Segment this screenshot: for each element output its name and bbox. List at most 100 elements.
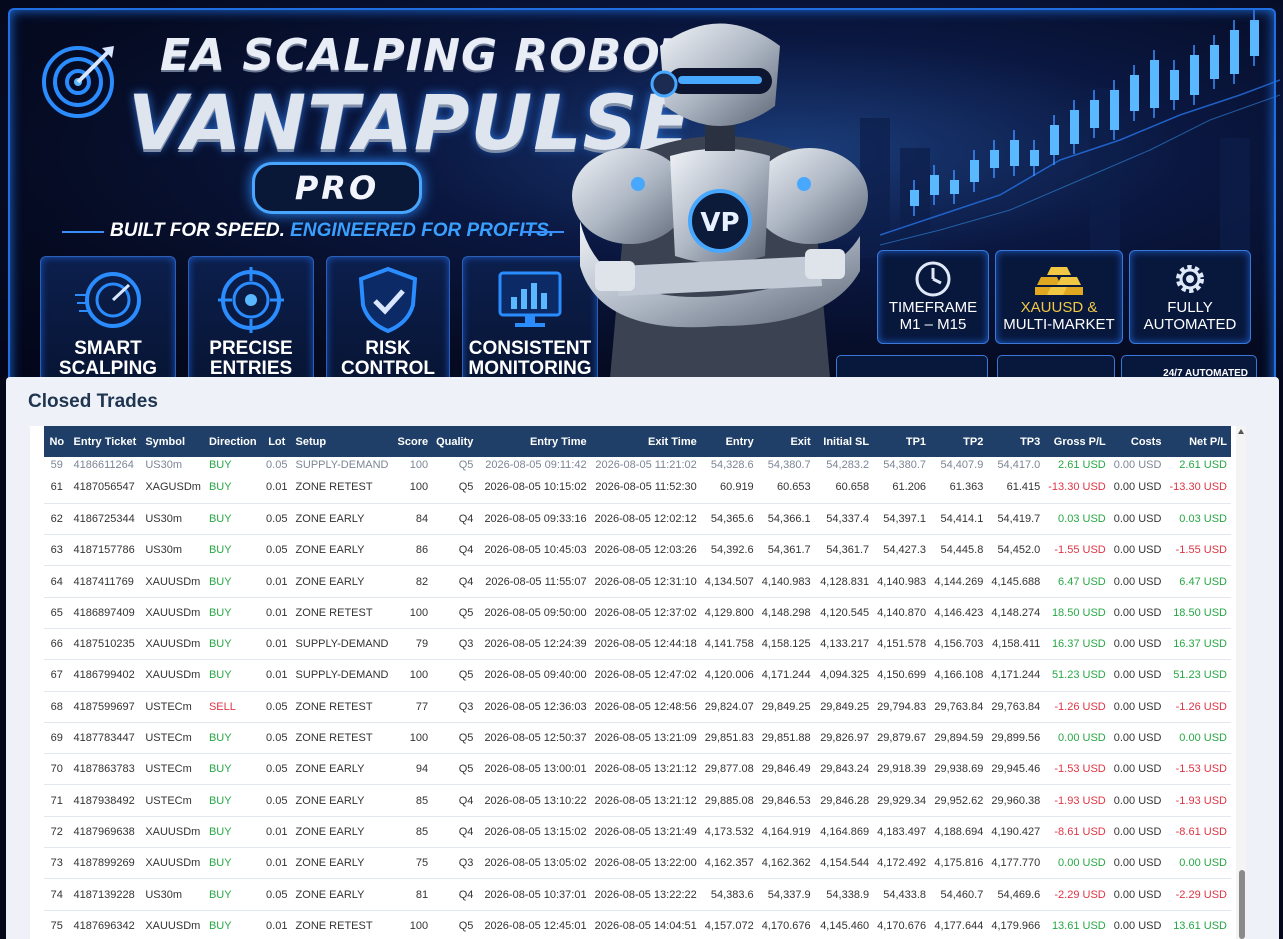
cell-exit: 29,851.88: [761, 732, 811, 745]
cell-entry-time: 2026-08-05 12:50:37: [484, 732, 587, 745]
cell-entry: 4,162.357: [704, 857, 754, 870]
feature-precise-entries: PRECISE ENTRIES: [188, 256, 314, 378]
cell-entry-time: 2026-08-05 12:45:01: [484, 919, 587, 932]
column-header-entry-time[interactable]: Entry Time: [477, 426, 590, 457]
cell-setup: SUPPLY-DEMAND: [295, 458, 389, 471]
table-row[interactable]: 62 4186725344 US30m BUY 0.05 ZONE EARLY 84 Q4 20…: [44, 503, 1231, 535]
column-header-tp2[interactable]: TP2: [930, 426, 987, 457]
cell-direction: BUY: [208, 669, 232, 682]
cell-symbol: USTECm: [145, 763, 192, 776]
scroll-up-arrow-icon[interactable]: [1238, 429, 1244, 434]
cell-exit-time: 2026-08-05 12:03:26: [594, 544, 697, 557]
cell-costs: 0.00 USD: [1113, 544, 1162, 557]
cell-gross-pl: 18.50 USD: [1051, 606, 1106, 619]
column-header-direction[interactable]: Direction: [205, 426, 262, 457]
cell-symbol: XAUUSDm: [145, 857, 201, 870]
cell-initial-sl: 4,154.544: [820, 857, 870, 870]
cell-entry-time: 2026-08-05 12:36:03: [484, 700, 587, 713]
cell-quality: Q4: [458, 888, 474, 901]
cell-lot: 0.05: [266, 544, 288, 557]
cell-setup: ZONE RETEST: [295, 919, 373, 932]
column-header-lot[interactable]: Lot: [262, 426, 292, 457]
scrollbar-thumb[interactable]: [1239, 870, 1245, 939]
column-header-gross-pl[interactable]: Gross P/L: [1044, 426, 1109, 457]
cell-entry-time: 2026-08-05 10:37:01: [484, 888, 587, 901]
column-header-exit[interactable]: Exit: [758, 426, 815, 457]
table-row[interactable]: 64 4187411769 XAUUSDm BUY 0.01 ZONE EARLY 82 Q4…: [44, 566, 1231, 598]
shield-check-icon: [358, 266, 418, 334]
cell-score: 100: [409, 732, 429, 745]
cell-direction: BUY: [208, 763, 232, 776]
cell-symbol: US30m: [145, 544, 182, 557]
column-header-net-pl[interactable]: Net P/L: [1165, 426, 1231, 457]
cell-setup: ZONE EARLY: [295, 794, 365, 807]
partial-row: 59 4186611264 US30m BUY 0.05 SUPPLY-DEMAND 100…: [44, 457, 1231, 472]
column-header-quality[interactable]: Quality: [432, 426, 477, 457]
cell-entry: 29,824.07: [704, 700, 754, 713]
trades-table-container[interactable]: 59 4186611264 US30m BUY 0.05 SUPPLY-DEMAND 100…: [30, 426, 1246, 939]
column-header-entry[interactable]: Entry: [701, 426, 758, 457]
column-header-no[interactable]: No: [44, 426, 70, 457]
cell-symbol: US30m: [145, 888, 182, 901]
cell-initial-sl: 4,145.460: [820, 919, 870, 932]
column-header-symbol[interactable]: Symbol: [141, 426, 205, 457]
cell-tp2: 29,763.84: [934, 700, 984, 713]
table-row[interactable]: 72 4187969638 XAUUSDm BUY 0.01 ZONE EARLY 85 Q4…: [44, 816, 1231, 848]
cell-no: 68: [50, 700, 63, 713]
cell-score: 94: [415, 763, 429, 776]
cell-initial-sl: 4,133.217: [820, 638, 870, 651]
cell-setup: ZONE EARLY: [295, 512, 365, 525]
cell-direction: BUY: [208, 732, 232, 745]
cell-quality: Q5: [458, 919, 474, 932]
cell-exit-time: 2026-08-05 12:02:12: [594, 512, 697, 525]
table-row[interactable]: 67 4186799402 XAUUSDm BUY 0.01 SUPPLY-DEMAND 1…: [44, 660, 1231, 692]
cell-costs: 0.00 USD: [1113, 857, 1162, 870]
column-header-exit-time[interactable]: Exit Time: [591, 426, 701, 457]
cell-tp2: 54,445.8: [940, 544, 984, 557]
cell-exit-time: 2026-08-05 14:04:51: [594, 919, 697, 932]
column-header-tp3[interactable]: TP3: [987, 426, 1044, 457]
cell-tp3: 4,148.274: [991, 606, 1041, 619]
table-row[interactable]: 66 4187510235 XAUUSDm BUY 0.01 SUPPLY-DEMAND 7…: [44, 628, 1231, 660]
cell-entry-ticket: 4187139228: [73, 888, 135, 901]
cell-tp1: 54,397.1: [883, 512, 927, 525]
column-header-initial-sl[interactable]: Initial SL: [815, 426, 874, 457]
cell-lot: 0.05: [266, 794, 288, 807]
cell-exit: 4,140.983: [761, 575, 811, 588]
monitor-chart-icon: [498, 271, 562, 327]
table-row[interactable]: 73 4187899269 XAUUSDm BUY 0.01 ZONE EARLY 75 Q3…: [44, 848, 1231, 879]
cell-entry: 4,173.532: [704, 825, 754, 838]
table-row[interactable]: 68 4187599697 USTECm SELL 0.05 ZONE RETEST 77 Q…: [44, 691, 1231, 723]
cell-tp1: 54,433.8: [883, 888, 927, 901]
cell-setup: ZONE EARLY: [295, 857, 365, 870]
vertical-scrollbar[interactable]: [1236, 426, 1246, 939]
cell-quality: Q5: [458, 732, 474, 745]
cell-symbol: XAGUSDm: [145, 481, 201, 494]
cell-costs: 0.00 USD: [1113, 458, 1162, 471]
column-header-costs[interactable]: Costs: [1110, 426, 1166, 457]
table-row[interactable]: 75 4187696342 XAUUSDm BUY 0.01 ZONE RETEST 100…: [44, 910, 1231, 939]
cell-tp3: 29,960.38: [991, 794, 1041, 807]
table-row[interactable]: 63 4187157786 US30m BUY 0.05 ZONE EARLY 86 Q4 20…: [44, 535, 1231, 566]
cell-exit-time: 2026-08-05 12:48:56: [594, 700, 697, 713]
table-row[interactable]: 70 4187863783 USTECm BUY 0.05 ZONE EARLY 94 Q5 2…: [44, 754, 1231, 785]
cell-tp3: 29,945.46: [991, 763, 1041, 776]
column-header-score[interactable]: Score: [392, 426, 432, 457]
column-header-setup[interactable]: Setup: [292, 426, 393, 457]
cell-quality: Q4: [458, 794, 474, 807]
cell-costs: 0.00 USD: [1113, 606, 1162, 619]
table-row[interactable]: 69 4187783447 USTECm BUY 0.05 ZONE RETEST 100 Q…: [44, 722, 1231, 754]
cell-costs: 0.00 USD: [1113, 919, 1162, 932]
table-row[interactable]: 61 4187056547 XAGUSDm BUY 0.01 ZONE RETEST 100…: [44, 472, 1231, 504]
table-row[interactable]: 71 4187938492 USTECm BUY 0.05 ZONE EARLY 85 Q4 2…: [44, 785, 1231, 817]
cell-direction: BUY: [208, 575, 232, 588]
column-header-tp1[interactable]: TP1: [873, 426, 930, 457]
cell-setup: SUPPLY-DEMAND: [295, 669, 389, 682]
table-row[interactable]: 65 4186897409 XAUUSDm BUY 0.01 ZONE RETEST 100…: [44, 597, 1231, 629]
cell-exit-time: 2026-08-05 13:21:12: [594, 763, 697, 776]
column-header-entry-ticket[interactable]: Entry Ticket: [70, 426, 142, 457]
table-row[interactable]: 74 4187139228 US30m BUY 0.05 ZONE EARLY 81 Q4 20…: [44, 879, 1231, 911]
cell-initial-sl: 60.658: [835, 481, 870, 494]
cell-gross-pl: -1.55 USD: [1054, 544, 1106, 557]
cell-symbol: XAUUSDm: [145, 669, 201, 682]
